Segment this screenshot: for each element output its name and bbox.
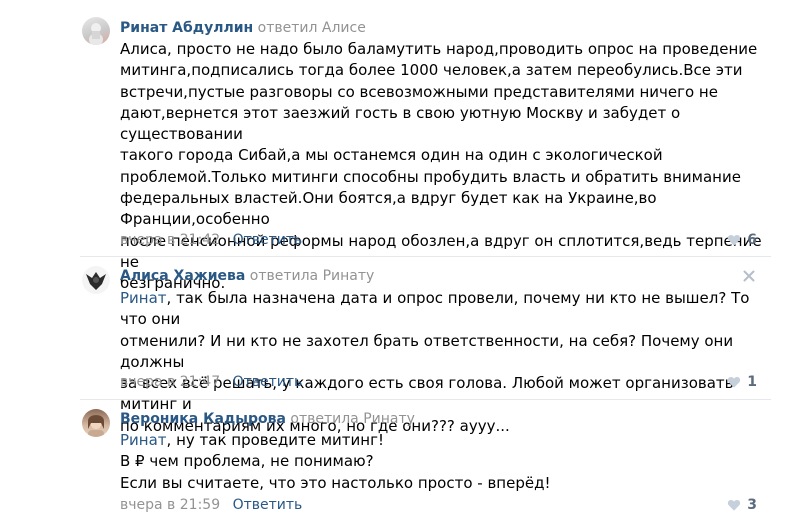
heart-icon <box>728 500 741 511</box>
replied-to[interactable]: ответила Ринату <box>290 411 415 427</box>
reply-button[interactable]: Ответить <box>233 374 303 390</box>
comment-line: Алиса, просто не надо было баламутить на… <box>120 40 758 58</box>
comment-footer: вчера в 21:59 Ответить <box>120 496 302 514</box>
comment-header: Алиса Хажиева ответила Ринату <box>120 267 374 285</box>
replied-to[interactable]: ответил Алисе <box>258 20 366 36</box>
comments-thread: Ринат Абдуллин ответил Алисе Алиса, прос… <box>0 0 789 521</box>
comment-date[interactable]: вчера в 21:47 <box>120 374 220 390</box>
like-button[interactable]: 3 <box>727 496 757 514</box>
heart-icon <box>728 377 741 388</box>
avatar[interactable] <box>82 409 110 437</box>
author-name[interactable]: Вероника Кадырова <box>120 411 286 427</box>
comment-item: Алиса Хажиева ответила Ринату Ринат, так… <box>0 257 789 435</box>
like-count: 1 <box>747 374 757 390</box>
comment-line-text: , так была назначена дата и опрос провел… <box>120 289 750 329</box>
reply-button[interactable]: Ответить <box>233 497 303 513</box>
mention-link[interactable]: Ринат <box>120 431 167 449</box>
comment-text: Ринат, ну так проведите митинг! В ₽ чем … <box>120 430 770 494</box>
avatar[interactable] <box>82 266 110 294</box>
comment-header: Ринат Абдуллин ответил Алисе <box>120 19 366 37</box>
author-name[interactable]: Алиса Хажиева <box>120 268 245 284</box>
comment-line: Ринат, ну так проведите митинг! <box>120 430 770 451</box>
comment-date[interactable]: вчера в 21:59 <box>120 497 220 513</box>
comment-item: Вероника Кадырова ответила Ринату Ринат,… <box>0 400 789 521</box>
comment-line: такого города Сибай,а мы останемся один … <box>120 146 663 165</box>
comment-line-text: , ну так проведите митинг! <box>166 431 384 449</box>
comment-line: федеральных властей.Они боятся,а вдруг б… <box>120 189 657 229</box>
comment-line: проблемой.Только митинги способны пробуд… <box>120 167 741 186</box>
comment-line: Если вы считаете, что это настолько прос… <box>120 473 551 492</box>
comment-line: В ₽ чем проблема, не понимаю? <box>120 452 374 471</box>
mention-link[interactable]: Ринат <box>120 289 167 307</box>
like-count: 6 <box>747 232 757 248</box>
comment-line: дают,вернется этот заезжий гость в свою … <box>120 103 681 144</box>
comment-header: Вероника Кадырова ответила Ринату <box>120 410 415 428</box>
comment-line: Ринат, так была назначена дата и опрос п… <box>120 288 770 331</box>
comment-line: отменили? И ни кто не захотел брать отве… <box>120 331 734 371</box>
replied-to[interactable]: ответила Ринату <box>250 268 375 284</box>
like-button[interactable]: 6 <box>727 231 757 249</box>
comment-date[interactable]: вчера в 21:42 <box>120 232 220 248</box>
reply-button[interactable]: Ответить <box>233 232 303 248</box>
comment-footer: вчера в 21:42 Ответить <box>120 231 302 249</box>
comment-line: митинга,подписались тогда более 1000 чел… <box>120 61 743 80</box>
heart-icon <box>728 235 741 246</box>
comment-footer: вчера в 21:47 Ответить <box>120 373 302 391</box>
author-name[interactable]: Ринат Абдуллин <box>120 20 253 36</box>
close-icon[interactable] <box>743 270 755 282</box>
avatar[interactable] <box>82 17 110 45</box>
comment-item: Ринат Абдуллин ответил Алисе Алиса, прос… <box>0 0 789 292</box>
like-button[interactable]: 1 <box>727 373 757 391</box>
comment-line: встречи,пустые разговоры со всевозможным… <box>120 82 718 101</box>
like-count: 3 <box>747 497 757 513</box>
